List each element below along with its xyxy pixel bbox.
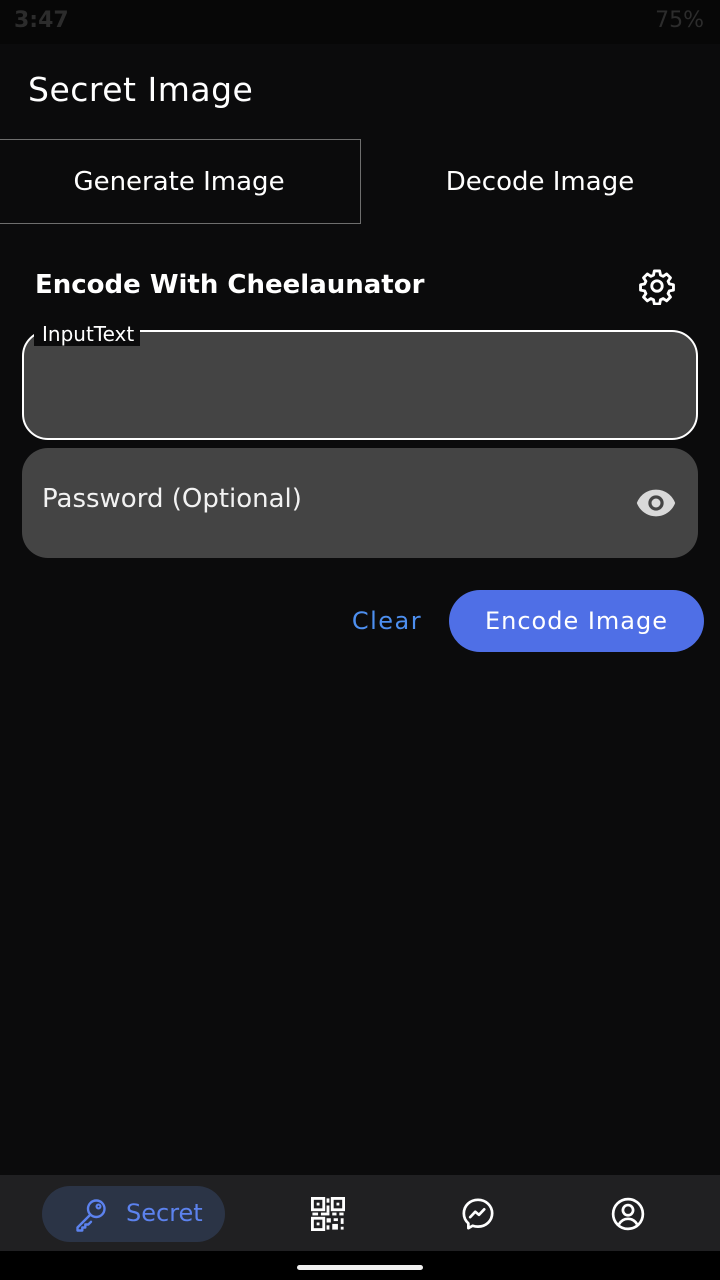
gear-icon[interactable] (638, 267, 676, 305)
input-text-label: InputText (34, 322, 141, 346)
app-screen: 3:47 75% Secret Image Generate Image Dec… (0, 0, 720, 1280)
home-indicator[interactable] (297, 1265, 423, 1270)
eye-icon[interactable] (636, 486, 676, 520)
qr-code-icon[interactable] (311, 1197, 345, 1231)
page-title: Secret Image (28, 70, 254, 109)
encode-image-button[interactable]: Encode Image (449, 590, 704, 652)
section-title: Encode With Cheelaunator (35, 270, 425, 300)
tab-decode-image[interactable]: Decode Image (360, 139, 720, 224)
input-text-field[interactable] (22, 330, 698, 440)
password-placeholder: Password (Optional) (42, 484, 302, 514)
key-icon (76, 1199, 106, 1232)
clear-button[interactable]: Clear (340, 598, 434, 644)
password-field[interactable]: Password (Optional) (22, 448, 698, 558)
bottom-navigation: Secret (0, 1175, 720, 1251)
tab-generate-image[interactable]: Generate Image (0, 139, 361, 224)
nav-item-secret-label: Secret (126, 1199, 203, 1227)
status-time: 3:47 (14, 8, 69, 33)
system-navigation-bar (0, 1251, 720, 1280)
profile-icon[interactable] (611, 1197, 645, 1231)
messenger-icon[interactable] (461, 1197, 495, 1231)
nav-item-secret[interactable]: Secret (42, 1186, 225, 1242)
status-battery: 75% (655, 8, 704, 33)
status-bar: 3:47 75% (0, 0, 720, 44)
